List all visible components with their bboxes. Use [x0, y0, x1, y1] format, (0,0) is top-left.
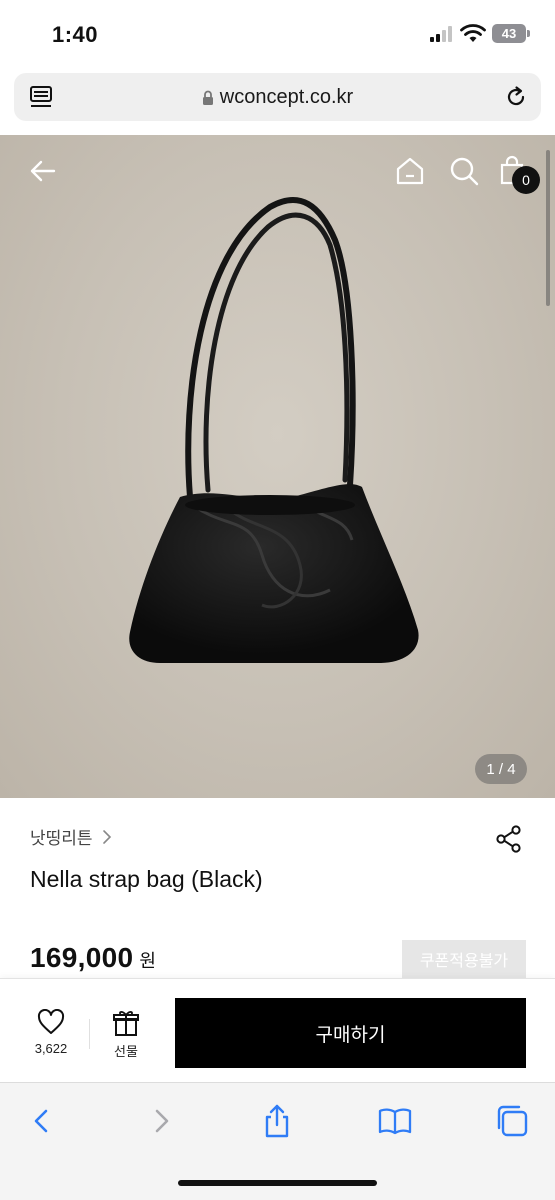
like-count: 3,622 [34, 1041, 68, 1056]
status-bar: 1:40 43 [0, 0, 555, 68]
chevron-right-icon [102, 829, 111, 844]
url-text: wconcept.co.kr [219, 86, 354, 108]
product-title: Nella strap bag (Black) [30, 866, 263, 892]
price-currency: 원 [139, 951, 156, 971]
coupon-status-badge: 쿠폰적용불가 [402, 940, 526, 978]
image-counter: 1 / 4 [475, 754, 527, 784]
home-indicator[interactable] [178, 1180, 377, 1186]
battery-cap [527, 30, 530, 37]
battery-indicator: 43 [492, 24, 530, 43]
gift-icon [113, 1011, 139, 1036]
gift-button[interactable]: 선물 [100, 1009, 152, 1065]
product-image [129, 197, 419, 663]
cellular-signal-icon [430, 26, 452, 42]
lock-icon [202, 90, 213, 105]
like-button[interactable]: 3,622 [22, 1009, 80, 1065]
reload-icon[interactable] [503, 84, 529, 110]
product-image-carousel[interactable] [0, 135, 555, 798]
price-row: 169,000 원 [30, 942, 156, 974]
chevron-right-icon[interactable] [143, 1103, 179, 1139]
gift-label: 선물 [114, 1044, 138, 1059]
back-arrow-icon[interactable] [26, 154, 60, 188]
safari-share-icon[interactable] [259, 1103, 295, 1139]
purchase-bar: 3,622 선물 구매하기 [0, 978, 555, 1082]
cart-count-badge[interactable]: 0 [512, 166, 540, 194]
brand-name: 낫띵리튼 [30, 829, 93, 848]
share-icon[interactable] [494, 824, 524, 854]
chevron-left-icon[interactable] [24, 1103, 60, 1139]
battery-level: 43 [501, 26, 517, 41]
home-icon[interactable] [393, 154, 427, 188]
tabs-icon[interactable] [494, 1103, 530, 1139]
brand-link[interactable]: 낫띵리튼 [30, 824, 113, 849]
buy-button[interactable]: 구매하기 [175, 998, 526, 1068]
book-icon[interactable] [377, 1103, 413, 1139]
page-scrollbar[interactable] [546, 150, 550, 306]
url-display[interactable]: wconcept.co.kr [14, 86, 541, 109]
divider [89, 1019, 90, 1049]
search-icon[interactable] [447, 154, 481, 188]
wifi-icon [460, 24, 486, 42]
status-time: 1:40 [52, 22, 99, 47]
product-price: 169,000 [30, 942, 134, 973]
address-bar[interactable]: wconcept.co.kr [14, 73, 541, 121]
heart-icon [37, 1009, 65, 1034]
